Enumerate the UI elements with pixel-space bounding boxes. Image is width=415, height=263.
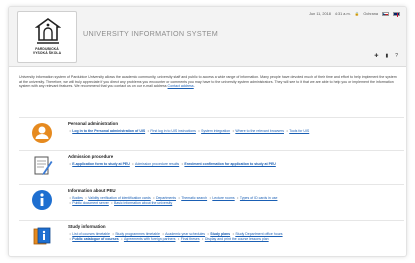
- time-text: 4:31 a.m.: [334, 11, 351, 16]
- link-courses-timetable[interactable]: List of courses timetable: [72, 232, 110, 236]
- link-id-verification[interactable]: Validity verification of identification …: [88, 196, 151, 200]
- intro-text: University information system of Pardubi…: [19, 75, 397, 89]
- link-study-plans[interactable]: Study plans: [210, 232, 230, 236]
- header-tools: ✚ ▮ ?: [374, 53, 398, 59]
- section-links: • E-application form to study at PEU • Adm…: [69, 162, 276, 166]
- university-building-icon: [35, 18, 61, 44]
- section-links: • Log in to the Personal administration o…: [69, 129, 310, 133]
- section-title: Admission procedure: [68, 154, 114, 159]
- university-logo[interactable]: PARDUBICKÁ VYSOKÁ ŠKOLA: [17, 11, 77, 63]
- page-frame: PARDUBICKÁ VYSOKÁ ŠKOLA UNIVERSITY INFORM…: [8, 6, 407, 257]
- contact-address-link[interactable]: Contact address: [168, 84, 194, 88]
- link-id-card-types[interactable]: Types of ID cards in use: [240, 196, 278, 200]
- print-icon[interactable]: ▮: [385, 53, 388, 59]
- link-personal-login[interactable]: Log in to the Personal administration of…: [72, 129, 145, 133]
- study-information-icon: [31, 225, 53, 247]
- link-bodies[interactable]: Bodies: [72, 196, 83, 200]
- link-tools[interactable]: Tools for UIS: [289, 129, 309, 133]
- section-admission-procedure: Admission procedure • E-application form …: [19, 150, 404, 180]
- link-admission-results[interactable]: Admission procedure results: [135, 162, 179, 166]
- admission-procedure-icon: [31, 155, 53, 177]
- section-information-about: Information about PEU • Bodies • Validity …: [19, 184, 404, 214]
- information-icon: [31, 189, 53, 211]
- link-lessons-plan[interactable]: Display and print the course lessons pla…: [205, 237, 269, 241]
- section-title: Personal administration: [68, 121, 119, 126]
- link-basic-information[interactable]: Basic information about the university: [114, 201, 172, 205]
- intro-paragraph: University information system of Pardubi…: [19, 75, 397, 89]
- bookmark-icon[interactable]: ✚: [374, 53, 378, 59]
- link-thematic-search[interactable]: Thematic search: [181, 196, 207, 200]
- page-title: UNIVERSITY INFORMATION SYSTEM: [83, 29, 219, 38]
- link-document-server[interactable]: Public document server: [72, 201, 109, 205]
- czech-flag-icon[interactable]: [382, 11, 389, 16]
- login-link[interactable]: Ochrana: [363, 12, 378, 16]
- link-catalogue[interactable]: Public catalogue of courses: [72, 237, 118, 241]
- date-text: Jun 11, 2018: [309, 11, 331, 16]
- section-links: • Bodies • Validity verification of identi…: [69, 196, 278, 205]
- section-personal-administration: Personal administration • Log in to the P…: [19, 117, 404, 147]
- lock-icon: 🔒: [354, 12, 360, 16]
- link-foreign-agreements[interactable]: Agreements with foreign partners: [124, 237, 176, 241]
- section-title: Information about PEU: [68, 188, 116, 193]
- personal-administration-icon: [31, 122, 53, 144]
- section-title: Study information: [68, 224, 106, 229]
- link-e-application[interactable]: E-application form to study at PEU: [72, 162, 130, 166]
- top-status-bar: Jun 11, 2018 4:31 a.m. 🔒 Ochrana: [309, 11, 400, 17]
- link-departments[interactable]: Departments: [156, 196, 176, 200]
- english-flag-icon[interactable]: [393, 11, 400, 17]
- link-academic-year[interactable]: Academic year schedules: [165, 232, 205, 236]
- link-lecture-rooms[interactable]: Lecture rooms: [212, 196, 234, 200]
- link-browsers[interactable]: Where to the relevant browsers: [235, 129, 284, 133]
- link-system-integration[interactable]: System integration: [201, 129, 230, 133]
- link-enrolment-confirmation[interactable]: Enrolment confirmation for application t…: [184, 162, 275, 166]
- logo-text: PARDUBICKÁ VYSOKÁ ŠKOLA: [32, 47, 62, 55]
- link-first-login[interactable]: First log in to UIS instructions: [150, 129, 196, 133]
- link-office-hours[interactable]: Study Department office hours: [235, 232, 282, 236]
- section-study-information: Study information • List of courses timet…: [19, 220, 404, 256]
- link-programmes-timetable[interactable]: Study programmes timetable: [115, 232, 160, 236]
- header: PARDUBICKÁ VYSOKÁ ŠKOLA UNIVERSITY INFORM…: [9, 7, 406, 67]
- link-final-theses[interactable]: Final theses: [181, 237, 200, 241]
- help-icon[interactable]: ?: [395, 53, 398, 59]
- section-links: • List of courses timetable • Study progra…: [69, 232, 283, 241]
